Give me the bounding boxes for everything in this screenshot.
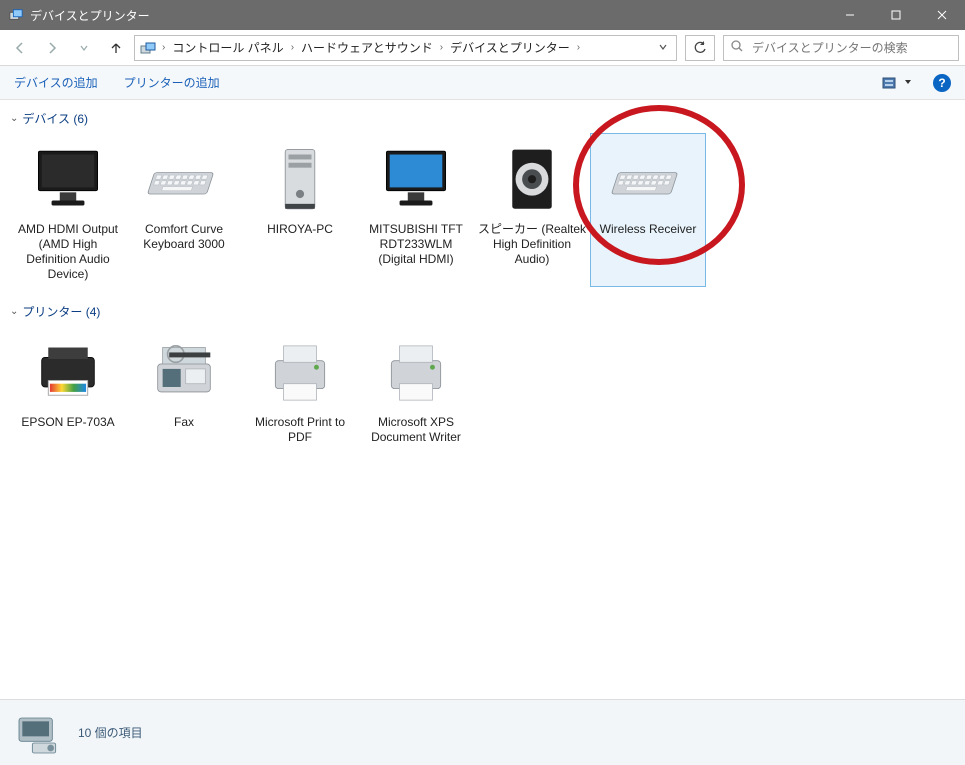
window-title: デバイスとプリンター [30,7,827,24]
printer-icon [368,331,464,415]
view-options-button[interactable] [877,73,917,93]
command-bar: デバイスの追加 プリンターの追加 ? [0,66,965,100]
window-icon [8,7,24,23]
device-label: EPSON EP-703A [21,415,114,430]
search-box[interactable] [723,35,959,61]
group-title: デバイス (6) [22,110,88,127]
breadcrumb-item-devices[interactable]: デバイスとプリンター [444,36,576,60]
monitor-icon [20,138,116,222]
maximize-button[interactable] [873,0,919,30]
titlebar: デバイスとプリンター [0,0,965,30]
address-bar[interactable]: › コントロール パネル › ハードウェアとサウンド › デバイスとプリンター … [134,35,677,61]
tower-icon [252,138,348,222]
speaker-icon [484,138,580,222]
device-item[interactable]: Fax [126,326,242,450]
devices-folder-icon [139,39,157,57]
device-label: HIROYA-PC [267,222,333,237]
group-header[interactable]: ⌄ デバイス (6) [4,104,965,131]
device-item[interactable]: EPSON EP-703A [10,326,126,450]
device-label: Comfort Curve Keyboard 3000 [129,222,239,252]
up-button[interactable] [102,34,130,62]
group-title: プリンター (4) [22,303,100,320]
device-item[interactable]: Microsoft Print to PDF [242,326,358,450]
breadcrumb-item-control-panel[interactable]: コントロール パネル [166,36,289,60]
chevron-down-icon: ⌄ [10,113,18,124]
device-item[interactable]: Wireless Receiver [590,133,706,287]
recent-locations-button[interactable] [70,34,98,62]
forward-button[interactable] [38,34,66,62]
close-button[interactable] [919,0,965,30]
help-button[interactable]: ? [933,74,951,92]
chevron-right-icon: › [576,42,581,53]
device-item[interactable]: スピーカー (Realtek High Definition Audio) [474,133,590,287]
device-label: Microsoft Print to PDF [245,415,355,445]
search-icon [730,39,744,56]
details-pane-icon [14,709,64,757]
device-label: Microsoft XPS Document Writer [361,415,471,445]
device-item[interactable]: MITSUBISHI TFT RDT233WLM (Digital HDMI) [358,133,474,287]
monitor-blue-icon [368,138,464,222]
keyboard-icon [136,138,232,222]
group-header[interactable]: ⌄ プリンター (4) [4,297,965,324]
device-grid: EPSON EP-703A Fax Microsoft Print to PDFMi… [4,324,965,460]
device-item[interactable]: HIROYA-PC [242,133,358,287]
address-dropdown-button[interactable] [654,41,672,55]
add-device-button[interactable]: デバイスの追加 [14,74,98,91]
device-label: Fax [174,415,194,430]
content-area: ⌄ デバイス (6) AMD HDMI Output (AMD High Defin… [0,100,965,699]
device-label: MITSUBISHI TFT RDT233WLM (Digital HDMI) [361,222,471,267]
printer-icon [252,331,348,415]
refresh-button[interactable] [685,35,715,61]
printer-ink-icon [20,331,116,415]
device-item[interactable]: Comfort Curve Keyboard 3000 [126,133,242,287]
device-label: AMD HDMI Output (AMD High Definition Aud… [13,222,123,282]
fax-icon [136,331,232,415]
details-pane: 10 個の項目 [0,699,965,765]
keyboard-icon [600,138,696,222]
device-grid: AMD HDMI Output (AMD High Definition Aud… [4,131,965,297]
device-item[interactable]: AMD HDMI Output (AMD High Definition Aud… [10,133,126,287]
navigation-bar: › コントロール パネル › ハードウェアとサウンド › デバイスとプリンター … [0,30,965,66]
breadcrumb: › コントロール パネル › ハードウェアとサウンド › デバイスとプリンター … [161,36,654,60]
device-label: スピーカー (Realtek High Definition Audio) [477,222,587,267]
search-input[interactable] [750,40,952,56]
breadcrumb-item-hardware[interactable]: ハードウェアとサウンド [295,36,439,60]
minimize-button[interactable] [827,0,873,30]
device-label: Wireless Receiver [600,222,697,237]
chevron-down-icon: ⌄ [10,306,18,317]
add-printer-button[interactable]: プリンターの追加 [124,74,220,91]
back-button[interactable] [6,34,34,62]
device-item[interactable]: Microsoft XPS Document Writer [358,326,474,450]
item-count-text: 10 個の項目 [78,724,143,741]
